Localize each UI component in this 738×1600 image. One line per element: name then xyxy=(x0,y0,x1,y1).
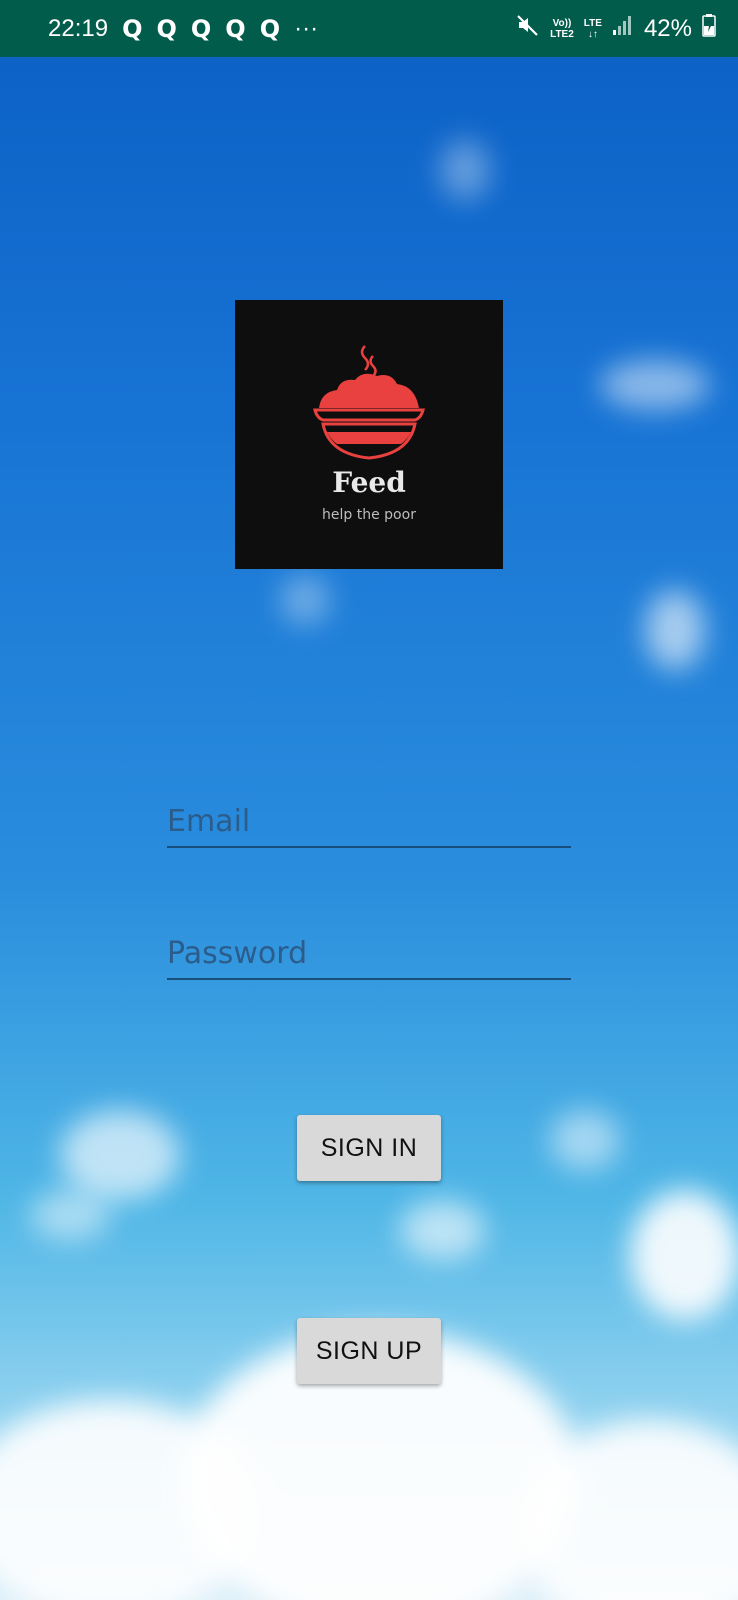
volte-top: Vo)) xyxy=(552,17,572,29)
notification-icon: Q xyxy=(122,14,143,43)
status-left: 22:19 Q Q Q Q Q ··· xyxy=(48,15,318,43)
logo-name: Feed xyxy=(332,466,406,499)
cloud xyxy=(30,1190,110,1240)
cloud xyxy=(630,1190,738,1320)
signal-icon xyxy=(612,14,634,43)
notification-icon: Q xyxy=(190,14,212,43)
logo-tagline: help the poor xyxy=(322,507,416,523)
battery-charging-icon xyxy=(702,13,716,44)
cloud xyxy=(440,140,490,200)
more-notifications-icon: ··· xyxy=(294,14,319,42)
cloud xyxy=(60,1110,180,1200)
notification-icon: Q xyxy=(156,14,177,43)
network-type: LTE xyxy=(583,17,602,29)
cloud xyxy=(400,1200,485,1260)
email-field[interactable] xyxy=(167,796,571,848)
cloud xyxy=(600,360,710,410)
cloud xyxy=(645,590,705,670)
login-screen: 22:19 Q Q Q Q Q ··· Vo)) LTE2 LTE ↓↑ 42%… xyxy=(0,0,738,1600)
battery-percent: 42% xyxy=(643,14,692,42)
cloud xyxy=(280,575,330,625)
mute-icon xyxy=(516,13,540,44)
notification-icon: Q xyxy=(259,14,281,43)
app-logo: Feed help the poor xyxy=(235,300,503,569)
network-indicator: LTE ↓↑ xyxy=(584,18,602,40)
notification-icon: Q xyxy=(225,14,246,43)
food-bowl-icon xyxy=(313,345,425,460)
volte-indicator: Vo)) LTE2 xyxy=(550,18,574,40)
status-time: 22:19 xyxy=(48,14,109,42)
volte-bottom: LTE2 xyxy=(550,28,574,40)
status-right: Vo)) LTE2 LTE ↓↑ 42% xyxy=(516,13,716,44)
password-field[interactable] xyxy=(167,928,571,980)
status-bar: 22:19 Q Q Q Q Q ··· Vo)) LTE2 LTE ↓↑ 42% xyxy=(0,0,738,57)
sign-up-button[interactable]: SIGN UP xyxy=(297,1318,441,1384)
sign-in-button[interactable]: SIGN IN xyxy=(297,1115,441,1181)
data-activity-icon: ↓↑ xyxy=(587,28,598,40)
cloud xyxy=(550,1110,620,1170)
